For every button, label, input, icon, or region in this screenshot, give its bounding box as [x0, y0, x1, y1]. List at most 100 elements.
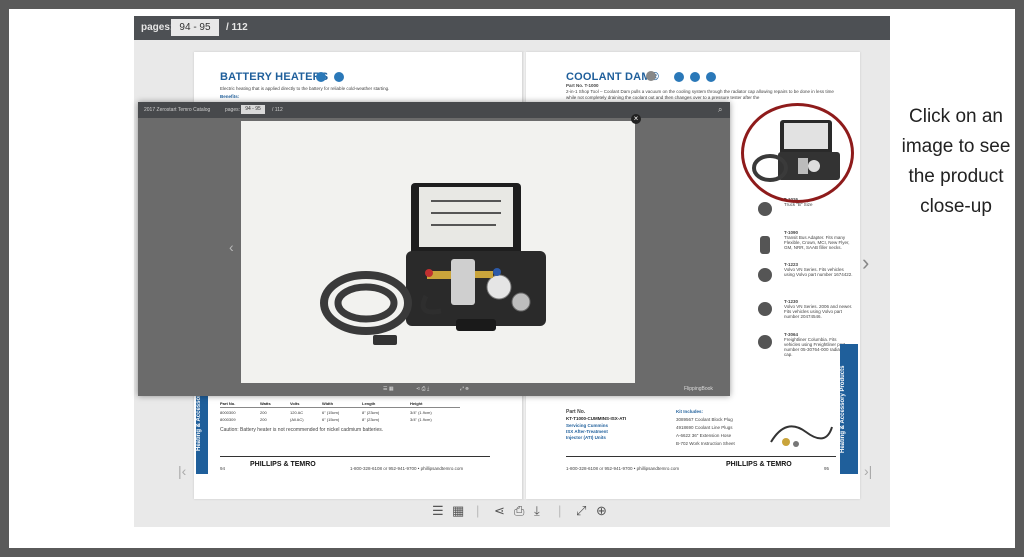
zoom-icon[interactable]: ⊕ — [596, 503, 607, 519]
volvo-cap-image[interactable] — [758, 268, 772, 282]
callout-line: the product — [908, 166, 1004, 187]
video-icon[interactable] — [316, 72, 326, 82]
modal-topbar: 2017 Zerostart Temro Catalog pages: 94 -… — [138, 102, 730, 118]
certification-icon — [646, 71, 656, 81]
fullscreen-icon[interactable]: ⤢ — [576, 503, 586, 519]
col-header: Volts — [290, 401, 300, 406]
product-closeup-modal: 2017 Zerostart Temro Catalog pages: 94 -… — [138, 102, 730, 396]
share-icon[interactable]: ⋖ — [494, 503, 505, 519]
kit-line: ISX After-Treatment — [566, 429, 608, 434]
pages-total: / 112 — [226, 22, 248, 33]
spec-table: Part No. Watts Volts Width Length Height… — [220, 401, 460, 422]
intro-text: Electric heating that is applied directl… — [220, 86, 390, 91]
product-image-panel — [241, 121, 635, 383]
viewer-bottom-toolbar: ☰ ▦ | ⋖ ⎙ ⤓ | ⤢ ⊕ — [424, 501, 624, 523]
table-header: Part No. Watts Volts Width Length Height — [220, 401, 460, 408]
brand-logo: PHILLIPS & TEMRO — [250, 461, 316, 468]
contact-line: 1-800-328-6108 or 952-941-9700 • phillip… — [350, 466, 464, 471]
modal-bottom-toolbar: ☰ ▦ ⋖ ⎙ ⤓ ⤢ ⊕ FlippingBook — [138, 383, 730, 396]
list-item: T-1230 Volvo VN Series. 2006 and newer. … — [784, 299, 854, 319]
highlight-circle — [741, 103, 854, 203]
page-title: BATTERY HEATERS — [220, 71, 329, 83]
page-title: COOLANT DAM® — [566, 71, 659, 83]
table-cell: 8000309 — [220, 417, 236, 422]
thumbnails-icon[interactable]: ▦ — [452, 503, 464, 519]
table-cell: 6" (15cm) — [322, 410, 340, 415]
radiator-cap-image[interactable] — [758, 202, 772, 216]
item-text: Volvo VN Series. Fits vehicles using Vol… — [784, 267, 853, 277]
page-number: 94 — [220, 466, 226, 471]
download-icon[interactable]: ⤓ — [534, 503, 540, 519]
video-icon[interactable] — [674, 72, 684, 82]
share-icon[interactable]: ⋖ ⎙ ⤓ — [416, 386, 429, 392]
table-cell: 3/4" (1.9cm) — [410, 410, 432, 415]
table-cell: 8" (23cm) — [362, 410, 380, 415]
table-of-contents-icon[interactable]: ☰ — [432, 503, 444, 519]
kit-hose-image[interactable] — [766, 412, 836, 452]
product-description: 2-in-1 Shop Tool – Coolant Dam pulls a v… — [566, 89, 834, 100]
col-header: Watts — [260, 401, 271, 406]
col-header: Width — [322, 401, 334, 406]
table-cell: 8000300 — [220, 410, 236, 415]
callout-line: close-up — [920, 196, 992, 217]
table-row: 8000300 200 120 AC 6" (15cm) 8" (23cm) 3… — [220, 408, 460, 415]
benefits-heading: Benefits: — [220, 94, 240, 99]
col-header: Part No. — [220, 401, 236, 406]
caution-note: Caution: Battery heater is not recommend… — [220, 427, 384, 433]
audio-icon[interactable] — [706, 72, 716, 82]
col-header: Length — [362, 401, 376, 406]
catalog-title: 2017 Zerostart Temro Catalog — [144, 107, 211, 113]
print-icon[interactable]: ⎙ — [514, 503, 524, 519]
kit-line: Injector (ATI) Units — [566, 435, 606, 440]
next-page-arrow[interactable]: › — [862, 252, 869, 274]
list-item: T-1223 Volvo VN Series. Fits vehicles us… — [784, 262, 854, 277]
page-number: 95 — [824, 466, 830, 471]
kit-part-code: KT-T1000-CUMMINS-ISX-ATI — [566, 416, 627, 421]
footer-rule — [566, 456, 836, 457]
kit-item: 3089567 Coolant Block Plug — [676, 417, 733, 422]
item-text: Volvo VN Series. 2006 and newer. Fits ve… — [784, 304, 853, 319]
part-number: Part No. T-1000 — [566, 83, 599, 88]
table-cell: 3/4" (1.9cm) — [410, 417, 432, 422]
table-cell: 200 — [260, 410, 267, 415]
col-header: Height — [410, 401, 423, 406]
table-of-contents-icon[interactable]: ☰ ▦ — [383, 386, 394, 392]
bus-adapter-image[interactable] — [760, 236, 770, 254]
first-page-arrow[interactable]: |‹ — [178, 460, 186, 482]
modal-pages-total: / 112 — [272, 107, 283, 113]
kit-line: Servicing Cummins — [566, 423, 609, 428]
audio-icon[interactable] — [334, 72, 344, 82]
brand-logo: PHILLIPS & TEMRO — [726, 461, 792, 468]
side-tab: Heating & Accessory Products — [840, 344, 858, 474]
table-row: 8000309 200 (All AC) 6" (15cm) 8" (23cm)… — [220, 415, 460, 422]
viewer-topbar: pages: 94 - 95 / 112 — [134, 16, 890, 40]
table-cell: (All AC) — [290, 417, 304, 422]
kit-includes-heading: Kit Includes: — [676, 409, 704, 414]
modal-pages-label: pages: — [225, 107, 241, 113]
contact-line: 1-800-328-6108 or 952-941-9700 • phillip… — [566, 466, 680, 471]
callout-line: image to see — [901, 136, 1011, 157]
kit-item: B-702 Work Instruction Sheet — [676, 441, 735, 446]
page-number-input[interactable]: 94 - 95 — [171, 19, 219, 36]
close-icon[interactable]: × — [631, 114, 641, 124]
table-cell: 8" (23cm) — [362, 417, 380, 422]
volvo-2006-cap-image[interactable] — [758, 302, 772, 316]
last-page-arrow[interactable]: ›| — [864, 460, 872, 482]
toolbar-divider: | — [558, 503, 562, 518]
play-icon[interactable] — [690, 72, 700, 82]
modal-prev-arrow[interactable]: ‹ — [229, 236, 234, 258]
footer-rule — [220, 456, 490, 457]
list-item: T-1090 Transit Bus Adapter. Fits many Fl… — [784, 230, 854, 250]
flippingbook-logo[interactable]: FlippingBook — [684, 386, 713, 392]
kit-item: A-6622 36" Extension Hose — [676, 433, 732, 438]
fullscreen-icon[interactable]: ⤢ ⊕ — [460, 386, 469, 392]
pages-label: pages: — [141, 22, 174, 33]
kit-part-label: Part No. — [566, 409, 586, 415]
callout-line: Click on an — [909, 106, 1003, 127]
item-text: Transit Bus Adapter. Fits many Flexible,… — [784, 235, 850, 250]
instruction-callout: Click on an image to see the product clo… — [890, 102, 1022, 222]
table-cell: 120 AC — [290, 410, 304, 415]
search-icon[interactable]: ⌕ — [718, 105, 722, 115]
modal-page-input[interactable]: 94 - 95 — [241, 105, 265, 114]
freightliner-cap-image[interactable] — [758, 335, 772, 349]
